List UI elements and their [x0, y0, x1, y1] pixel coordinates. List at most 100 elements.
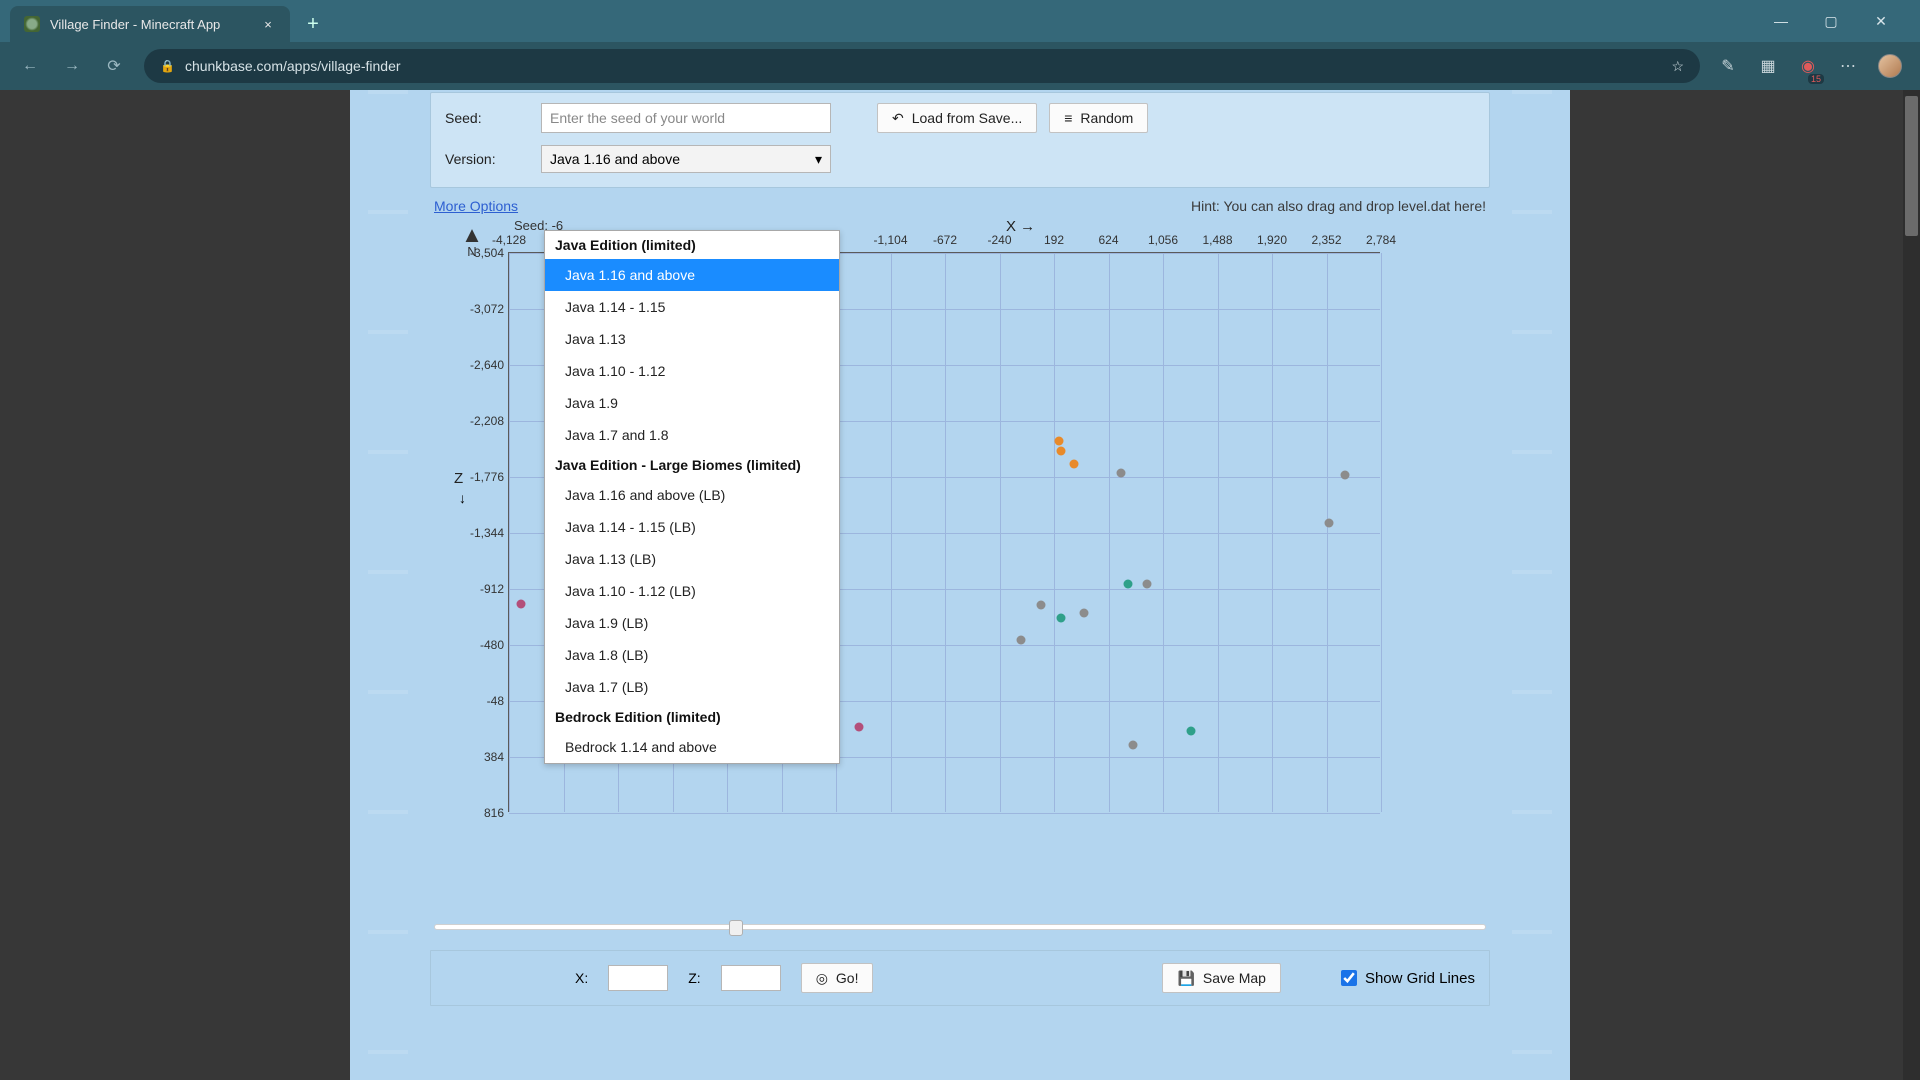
z-coord-input[interactable]	[721, 965, 781, 991]
nav-reload-icon[interactable]: ⟳	[102, 54, 126, 78]
y-tick: -3,072	[459, 302, 504, 316]
dropdown-option[interactable]: Bedrock 1.14 and above	[545, 731, 839, 763]
x-coord-label: X:	[575, 970, 588, 986]
dropdown-option[interactable]: Java 1.10 - 1.12	[545, 355, 839, 387]
x-tick: -4,128	[492, 233, 526, 247]
x-tick: -1,104	[873, 233, 907, 247]
undo-icon: ↶	[892, 110, 904, 127]
map-point[interactable]	[517, 599, 526, 608]
dropdown-option[interactable]: Java 1.8 (LB)	[545, 639, 839, 671]
window-minimize-icon[interactable]: —	[1766, 13, 1796, 29]
page-scrollbar[interactable]	[1903, 90, 1920, 1080]
version-label: Version:	[445, 151, 529, 167]
map-point[interactable]	[1016, 635, 1025, 644]
x-tick: 1,056	[1148, 233, 1178, 247]
x-tick: 192	[1044, 233, 1064, 247]
axis-z-arrow-icon: ↓	[459, 490, 466, 506]
dropdown-option[interactable]: Java 1.7 (LB)	[545, 671, 839, 703]
random-button[interactable]: ≡Random	[1049, 103, 1148, 133]
dropdown-option[interactable]: Java 1.9 (LB)	[545, 607, 839, 639]
version-selected-text: Java 1.16 and above	[550, 151, 680, 167]
url-text: chunkbase.com/apps/village-finder	[185, 58, 401, 74]
map-point[interactable]	[1341, 471, 1350, 480]
x-tick: 624	[1098, 233, 1118, 247]
map-point[interactable]	[855, 722, 864, 731]
seed-input[interactable]	[541, 103, 831, 133]
dropdown-option[interactable]: Java 1.14 - 1.15	[545, 291, 839, 323]
chevron-down-icon: ▾	[815, 151, 822, 168]
map-point[interactable]	[1057, 613, 1066, 622]
scrollbar-thumb[interactable]	[1905, 96, 1918, 236]
ext-icon-3[interactable]: ◉15	[1798, 56, 1818, 76]
map-point[interactable]	[1324, 519, 1333, 528]
map-point[interactable]	[1124, 580, 1133, 589]
y-tick: -2,208	[459, 414, 504, 428]
z-coord-label: Z:	[688, 970, 700, 986]
target-icon: ◎	[816, 970, 828, 987]
hint-text: Hint: You can also drag and drop level.d…	[1191, 198, 1486, 214]
more-options-link[interactable]: More Options	[434, 198, 518, 214]
version-dropdown[interactable]: Java Edition (limited)Java 1.16 and abov…	[544, 230, 840, 764]
dropdown-option[interactable]: Java 1.10 - 1.12 (LB)	[545, 575, 839, 607]
tab-title: Village Finder - Minecraft App	[50, 17, 220, 32]
dropdown-option[interactable]: Java 1.13 (LB)	[545, 543, 839, 575]
dropdown-group-header: Bedrock Edition (limited)	[545, 703, 839, 731]
tab-close-icon[interactable]: ×	[260, 17, 276, 32]
map-point[interactable]	[1069, 459, 1078, 468]
ext-icon-1[interactable]: ✎	[1718, 56, 1738, 76]
browser-tab[interactable]: Village Finder - Minecraft App ×	[10, 6, 290, 42]
save-map-button[interactable]: 💾Save Map	[1162, 963, 1280, 993]
map-point[interactable]	[1116, 468, 1125, 477]
map-point[interactable]	[1054, 437, 1063, 446]
map-point[interactable]	[1057, 446, 1066, 455]
map-point[interactable]	[1080, 608, 1089, 617]
grid-lines-checkbox-input[interactable]	[1341, 970, 1357, 986]
ext-icon-2[interactable]: ▦	[1758, 56, 1778, 76]
map-point[interactable]	[1143, 580, 1152, 589]
map-point[interactable]	[1129, 740, 1138, 749]
nav-forward-icon[interactable]: →	[60, 54, 84, 78]
y-tick: -2,640	[459, 358, 504, 372]
bottom-controls: X: Z: ◎Go! 💾Save Map Show Grid Lines	[430, 950, 1490, 1006]
dropdown-option[interactable]: Java 1.9	[545, 387, 839, 419]
dropdown-option[interactable]: Java 1.16 and above (LB)	[545, 479, 839, 511]
dropdown-option[interactable]: Java 1.16 and above	[545, 259, 839, 291]
nav-back-icon[interactable]: ←	[18, 54, 42, 78]
url-field[interactable]: 🔒 chunkbase.com/apps/village-finder ☆	[144, 49, 1700, 83]
dropdown-option[interactable]: Java 1.7 and 1.8	[545, 419, 839, 451]
load-from-save-button[interactable]: ↶Load from Save...	[877, 103, 1037, 133]
grid-lines-checkbox[interactable]: Show Grid Lines	[1341, 970, 1475, 987]
ext-icon-4[interactable]: ⋯	[1838, 56, 1858, 76]
dropdown-option[interactable]: Java 1.14 - 1.15 (LB)	[545, 511, 839, 543]
bookmark-star-icon[interactable]: ☆	[1671, 58, 1684, 75]
lock-icon: 🔒	[160, 59, 175, 73]
address-bar: ← → ⟳ 🔒 chunkbase.com/apps/village-finde…	[0, 42, 1920, 90]
window-close-icon[interactable]: ✕	[1866, 13, 1896, 30]
zoom-slider-row	[430, 924, 1490, 930]
profile-avatar[interactable]	[1878, 54, 1902, 78]
new-tab-button[interactable]: +	[298, 9, 328, 39]
zoom-slider[interactable]	[434, 924, 1486, 930]
tab-bar: Village Finder - Minecraft App × + — ▢ ✕	[0, 0, 1920, 42]
zoom-slider-thumb[interactable]	[729, 920, 743, 936]
y-tick: 384	[459, 750, 504, 764]
x-tick: 1,488	[1202, 233, 1232, 247]
window-controls: — ▢ ✕	[1766, 0, 1912, 42]
version-select[interactable]: Java 1.16 and above ▾	[541, 145, 831, 173]
y-tick: -480	[459, 638, 504, 652]
x-tick: 1,920	[1257, 233, 1287, 247]
x-tick: 2,784	[1366, 233, 1396, 247]
y-tick: 816	[459, 806, 504, 820]
y-tick: -48	[459, 694, 504, 708]
map-point[interactable]	[1037, 600, 1046, 609]
favicon	[24, 16, 40, 32]
dropdown-group-header: Java Edition - Large Biomes (limited)	[545, 451, 839, 479]
dropdown-group-header: Java Edition (limited)	[545, 231, 839, 259]
x-coord-input[interactable]	[608, 965, 668, 991]
window-maximize-icon[interactable]: ▢	[1816, 13, 1846, 30]
save-icon: 💾	[1177, 970, 1194, 987]
y-tick: -912	[459, 582, 504, 596]
map-point[interactable]	[1187, 726, 1196, 735]
dropdown-option[interactable]: Java 1.13	[545, 323, 839, 355]
go-button[interactable]: ◎Go!	[801, 963, 874, 993]
